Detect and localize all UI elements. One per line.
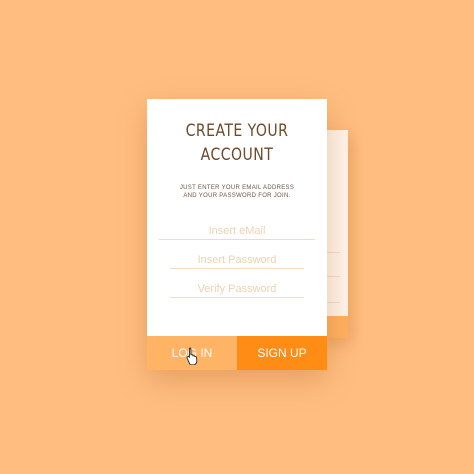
verify-password-underline [170, 297, 304, 298]
email-field[interactable] [159, 224, 315, 238]
password-underline [170, 268, 304, 269]
instructions-line: AND YOUR PASSWORD FOR JOIN. [183, 193, 291, 199]
hand-pointer-icon [186, 347, 198, 365]
signup-button[interactable]: SIGN UP [237, 336, 327, 370]
verify-password-field-group [147, 282, 327, 298]
instructions-line: JUST ENTER YOUR EMAIL ADDRESS [179, 185, 295, 191]
title-line: CREATE YOUR [185, 121, 289, 141]
signup-card: CREATE YOUR ACCOUNT JUST ENTER YOUR EMAI… [147, 99, 327, 370]
app-background: CREATE YOUR ACCOUNT JUST ENTER YOUR EMAI… [0, 0, 474, 474]
instructions: JUST ENTER YOUR EMAIL ADDRESS AND YOUR P… [147, 184, 327, 200]
verify-password-field[interactable] [170, 282, 304, 296]
password-field-group [147, 253, 327, 269]
email-underline [159, 239, 315, 240]
password-field[interactable] [170, 253, 304, 267]
title-line: ACCOUNT [200, 145, 274, 165]
page-title: CREATE YOUR ACCOUNT [154, 119, 320, 167]
email-field-group [147, 224, 327, 240]
